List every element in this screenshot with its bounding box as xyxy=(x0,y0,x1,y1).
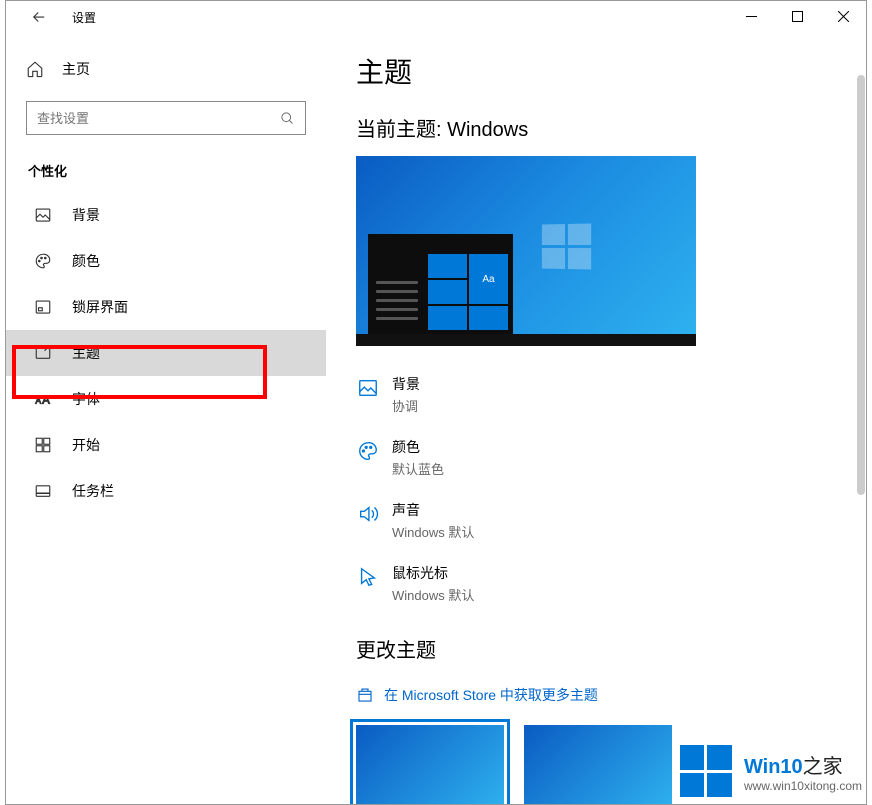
theme-icon xyxy=(34,344,52,362)
svg-text:A: A xyxy=(36,397,42,406)
cursor-icon xyxy=(356,565,380,589)
setting-value: Windows 默认 xyxy=(392,585,474,604)
change-theme-header: 更改主题 xyxy=(356,634,836,663)
setting-title: 鼠标光标 xyxy=(392,563,474,583)
setting-value: Windows 默认 xyxy=(392,522,474,541)
watermark-brand-suffix: 之家 xyxy=(803,756,843,778)
palette-icon xyxy=(356,439,380,463)
store-link[interactable]: 在 Microsoft Store 中获取更多主题 xyxy=(356,685,836,705)
image-icon xyxy=(356,376,380,400)
start-icon xyxy=(34,436,52,454)
font-icon: AA xyxy=(34,390,52,408)
sound-icon xyxy=(356,502,380,526)
store-icon xyxy=(356,686,374,704)
lockscreen-icon xyxy=(34,298,52,316)
watermark: Win10之家 www.win10xitong.com xyxy=(680,745,862,797)
palette-icon xyxy=(34,252,52,270)
sidebar-item-label: 开始 xyxy=(72,435,100,455)
sidebar-item-background[interactable]: 背景 xyxy=(6,192,326,238)
sidebar-item-taskbar[interactable]: 任务栏 xyxy=(6,468,326,514)
sidebar: 主页 个性化 背景 颜色 锁屏界面 主题 xyxy=(6,33,326,804)
category-label: 个性化 xyxy=(6,155,326,192)
back-button[interactable] xyxy=(24,2,54,32)
main-content: 主题 当前主题: Windows Aa 背景 协调 xyxy=(326,33,866,804)
sidebar-item-label: 背景 xyxy=(72,205,100,225)
watermark-url: www.win10xitong.com xyxy=(744,779,862,793)
current-theme-label: 当前主题: Windows xyxy=(356,113,836,142)
sidebar-item-label: 主题 xyxy=(72,343,100,363)
search-box[interactable] xyxy=(26,101,306,135)
sidebar-item-font[interactable]: AA 字体 xyxy=(6,376,326,422)
theme-thumbnail-1[interactable] xyxy=(356,725,504,804)
home-icon xyxy=(26,60,44,78)
sidebar-item-lockscreen[interactable]: 锁屏界面 xyxy=(6,284,326,330)
home-link[interactable]: 主页 xyxy=(6,51,326,87)
svg-text:A: A xyxy=(42,395,50,407)
setting-sound[interactable]: 声音 Windows 默认 xyxy=(356,500,836,541)
taskbar-icon xyxy=(34,482,52,500)
home-label: 主页 xyxy=(62,59,90,79)
theme-thumbnail-2[interactable] xyxy=(524,725,672,804)
scrollbar[interactable] xyxy=(857,75,865,495)
watermark-brand-prefix: Win10 xyxy=(744,756,803,778)
theme-preview[interactable]: Aa xyxy=(356,156,696,346)
maximize-button[interactable] xyxy=(774,1,820,31)
setting-cursor[interactable]: 鼠标光标 Windows 默认 xyxy=(356,563,836,604)
store-link-label: 在 Microsoft Store 中获取更多主题 xyxy=(384,685,598,705)
sidebar-item-label: 锁屏界面 xyxy=(72,297,128,317)
setting-value: 默认蓝色 xyxy=(392,459,444,478)
setting-title: 背景 xyxy=(392,374,420,394)
setting-color[interactable]: 颜色 默认蓝色 xyxy=(356,437,836,478)
setting-background[interactable]: 背景 协调 xyxy=(356,374,836,415)
search-input[interactable] xyxy=(37,111,256,126)
sidebar-item-label: 任务栏 xyxy=(72,481,114,501)
search-icon xyxy=(280,111,295,126)
setting-title: 声音 xyxy=(392,500,474,520)
sidebar-item-theme[interactable]: 主题 xyxy=(6,330,326,376)
preview-tile-text: Aa xyxy=(469,254,508,304)
minimize-button[interactable] xyxy=(728,1,774,31)
sidebar-item-color[interactable]: 颜色 xyxy=(6,238,326,284)
setting-value: 协调 xyxy=(392,396,420,415)
sidebar-item-label: 颜色 xyxy=(72,251,100,271)
windows-logo-icon xyxy=(680,745,732,797)
image-icon xyxy=(34,206,52,224)
sidebar-item-start[interactable]: 开始 xyxy=(6,422,326,468)
sidebar-item-label: 字体 xyxy=(72,389,100,409)
close-button[interactable] xyxy=(820,1,866,31)
page-title: 主题 xyxy=(356,51,836,91)
setting-title: 颜色 xyxy=(392,437,444,457)
window-title: 设置 xyxy=(72,9,96,26)
